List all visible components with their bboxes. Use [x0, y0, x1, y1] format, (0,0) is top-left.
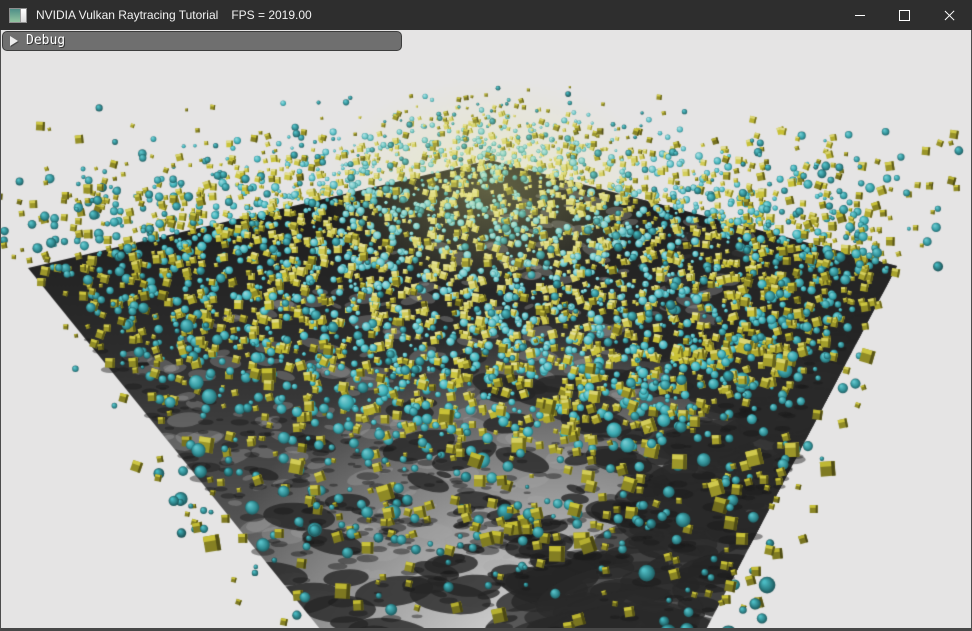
maximize-icon [899, 10, 910, 21]
debug-header-label: Debug [26, 31, 65, 51]
app-window: NVIDIA Vulkan Raytracing Tutorial FPS = … [0, 0, 972, 631]
debug-collapsing-header[interactable]: Debug [2, 31, 402, 51]
close-button[interactable] [927, 0, 972, 30]
minimize-icon [855, 15, 865, 16]
app-window-icon [9, 8, 27, 23]
window-title: NVIDIA Vulkan Raytracing Tutorial [36, 8, 218, 22]
raytraced-scene-viewport[interactable] [1, 30, 971, 628]
fps-readout: FPS = 2019.00 [231, 8, 311, 22]
window-controls [837, 0, 972, 30]
maximize-button[interactable] [882, 0, 927, 30]
close-icon [943, 9, 956, 22]
minimize-button[interactable] [837, 0, 882, 30]
triangle-right-icon [10, 36, 18, 46]
titlebar[interactable]: NVIDIA Vulkan Raytracing Tutorial FPS = … [0, 0, 972, 30]
render-viewport-frame [0, 30, 972, 631]
